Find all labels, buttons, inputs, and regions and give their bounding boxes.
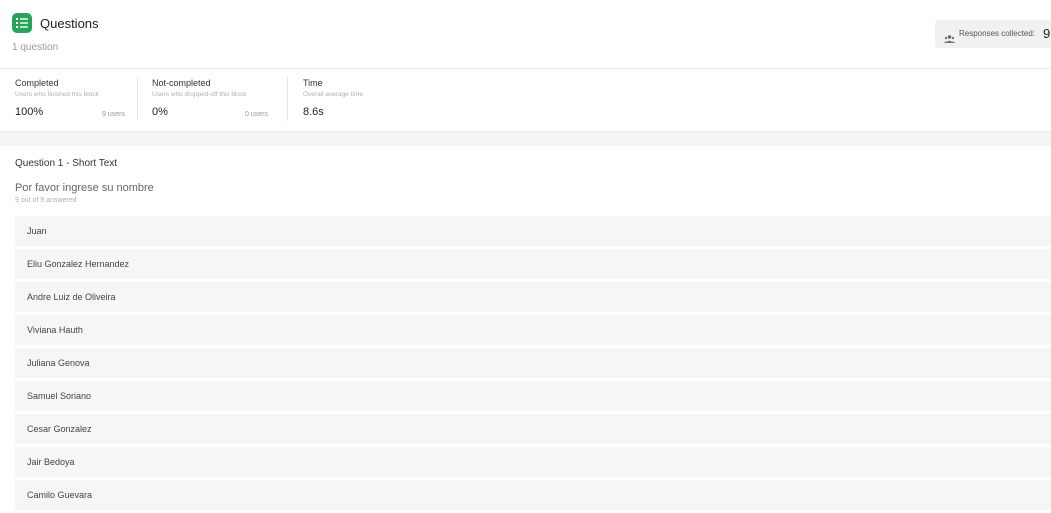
- answer-text: Jair Bedoya: [27, 457, 75, 467]
- stat-value: 0%: [152, 106, 168, 118]
- stat-label: Time: [303, 78, 323, 88]
- stats-bar: Completed Users who finished this block …: [0, 69, 1051, 132]
- answers-list: Juan Eliu Gonzalez Hernandez Andre Luiz …: [15, 216, 1051, 513]
- question-count: 1 question: [12, 42, 59, 53]
- section-separator: [0, 132, 1051, 146]
- list-item: Cesar Gonzalez: [15, 414, 1051, 444]
- list-item: Andre Luiz de Oliveira: [15, 282, 1051, 312]
- stat-desc: Users who finished this block: [15, 91, 99, 98]
- responses-collected-badge[interactable]: Responses collected: 9: [935, 20, 1051, 48]
- stat-users: 0 users: [245, 111, 268, 118]
- list-item: Juliana Genova: [15, 348, 1051, 378]
- stat-value: 100%: [15, 106, 44, 118]
- stat-completed: Completed Users who finished this block …: [15, 69, 125, 131]
- responses-value: 9: [1043, 26, 1051, 41]
- stat-value: 8.6s: [303, 106, 324, 118]
- stat-label: Completed: [15, 78, 59, 88]
- answer-text: Samuel Soriano: [27, 391, 92, 401]
- answer-text: Viviana Hauth: [27, 325, 83, 335]
- answer-text: Eliu Gonzalez Hernandez: [27, 259, 130, 269]
- answer-text: Camilo Guevara: [27, 490, 93, 500]
- stat-users: 9 users: [102, 111, 125, 118]
- list-item: Viviana Hauth: [15, 315, 1051, 345]
- stat-desc: Users who dropped-off this block: [152, 91, 247, 98]
- stat-time: Time Overall average time 8.6s: [303, 69, 423, 131]
- stat-not-completed: Not-completed Users who dropped-off this…: [152, 69, 268, 131]
- block-header: Questions 1 question Responses collected…: [0, 0, 1051, 69]
- divider: [287, 77, 288, 121]
- answer-text: Juliana Genova: [27, 358, 90, 368]
- divider: [137, 77, 138, 121]
- users-icon: [944, 30, 955, 48]
- list-item: Juan: [15, 216, 1051, 246]
- responses-label: Responses collected:: [959, 29, 1036, 38]
- answer-text: Juan: [27, 226, 47, 236]
- list-icon: [12, 13, 32, 33]
- question-text: Por favor ingrese su nombre: [15, 182, 154, 194]
- answered-count: 9 out of 9 answered: [15, 197, 77, 204]
- stat-desc: Overall average time: [303, 91, 363, 98]
- stat-label: Not-completed: [152, 78, 211, 88]
- list-item: Eliu Gonzalez Hernandez: [15, 249, 1051, 279]
- question-title: Question 1 - Short Text: [15, 158, 118, 169]
- answer-text: Cesar Gonzalez: [27, 424, 92, 434]
- list-item: Samuel Soriano: [15, 381, 1051, 411]
- list-item: Jair Bedoya: [15, 447, 1051, 477]
- answer-text: Andre Luiz de Oliveira: [27, 292, 116, 302]
- page-title: Questions: [40, 16, 99, 31]
